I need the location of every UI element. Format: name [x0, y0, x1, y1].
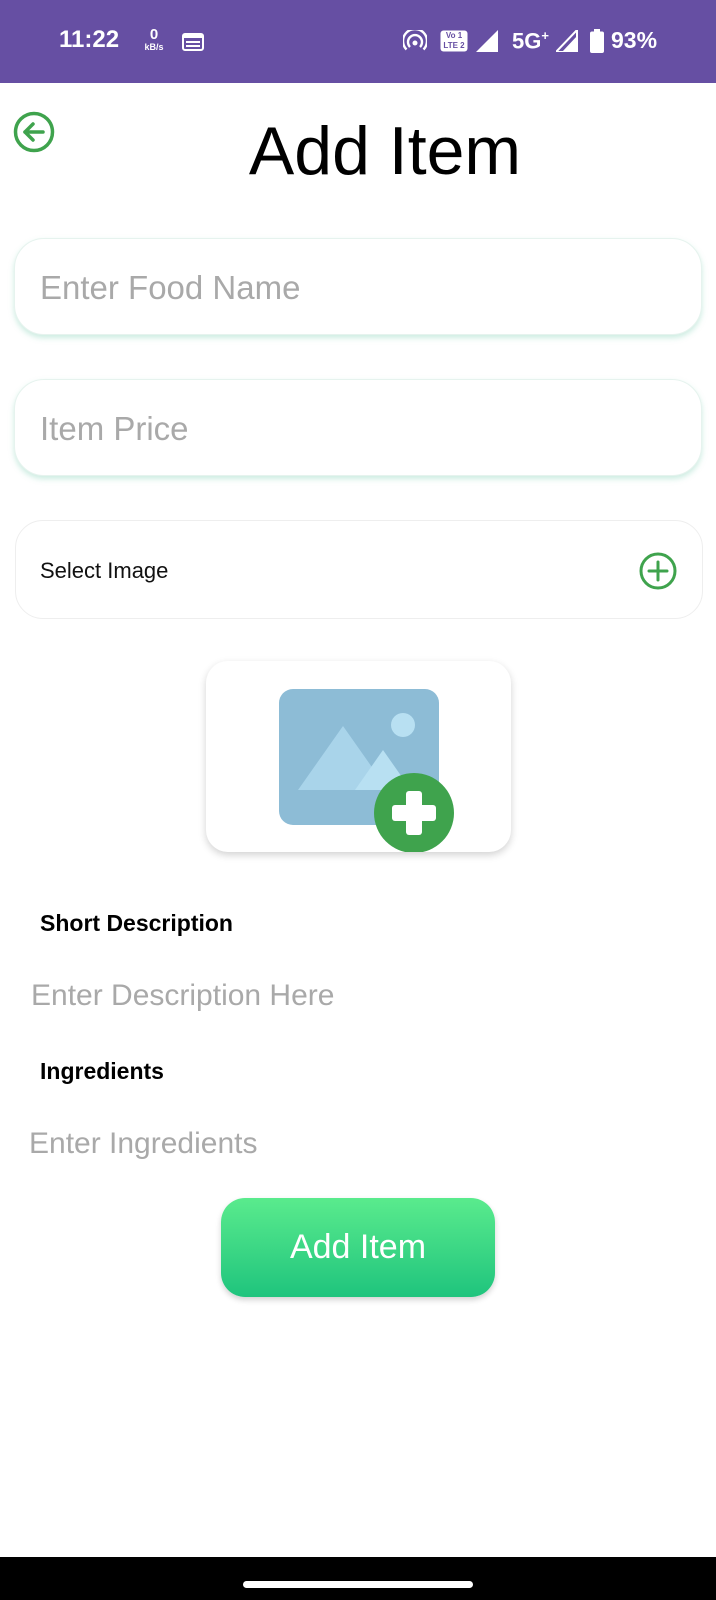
volte-text: Vo 1 LTE 2 [442, 31, 466, 51]
food-name-input[interactable] [40, 239, 670, 336]
select-image-row[interactable]: Select Image [15, 520, 703, 619]
navigation-bar [0, 1557, 716, 1600]
ingredients-input[interactable] [29, 1122, 669, 1166]
hotspot-icon [403, 30, 427, 51]
item-price-input[interactable] [40, 380, 670, 477]
image-picker[interactable] [206, 661, 511, 852]
volte-line-2: LTE 2 [443, 41, 465, 50]
short-description-label: Short Description [40, 910, 233, 936]
add-item-button[interactable]: Add Item [221, 1198, 495, 1297]
home-gesture-bar[interactable] [243, 1581, 473, 1588]
page-title: Add Item [248, 113, 522, 189]
battery-percent: 93% [611, 27, 658, 53]
food-name-card [14, 238, 702, 336]
data-speed-unit: kB/s [144, 42, 164, 52]
volte-line-1: Vo 1 [445, 31, 463, 40]
network-type-plus: + [541, 28, 549, 43]
data-speed-indicator: 0 kB/s [142, 27, 166, 52]
network-type-label: 5G [512, 28, 542, 54]
add-image-icon [279, 689, 454, 852]
select-image-label: Select Image [40, 558, 169, 583]
signal-icon-2 [556, 30, 578, 52]
data-speed-value: 0 [149, 26, 159, 43]
battery-icon [590, 29, 604, 53]
item-price-card [14, 379, 702, 477]
ingredients-label: Ingredients [40, 1058, 164, 1084]
status-bar: 11:22 0 kB/s Vo 1 LTE 2 5G+ 93% [0, 0, 716, 83]
signal-icon [476, 30, 498, 52]
description-input[interactable] [31, 974, 671, 1018]
back-arrow-icon[interactable] [12, 110, 56, 154]
status-time: 11:22 [59, 26, 120, 53]
network-type: 5G+ [512, 28, 549, 54]
add-circle-icon[interactable] [638, 551, 678, 591]
calendar-icon [182, 33, 204, 51]
